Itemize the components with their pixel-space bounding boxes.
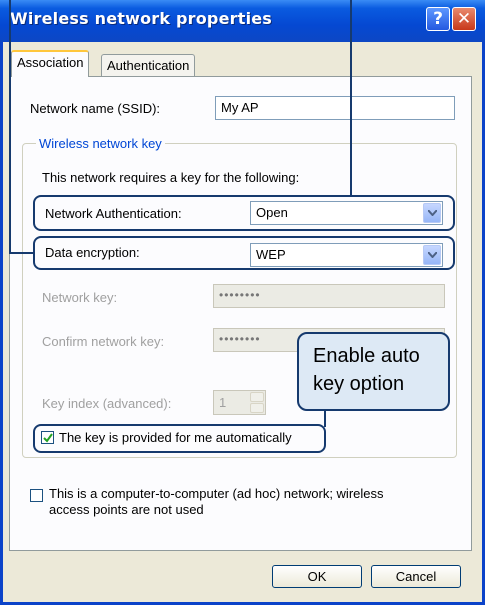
close-button[interactable]: ✕ (452, 7, 476, 31)
data-encryption-value: WEP (256, 247, 286, 262)
tab-association[interactable]: Association (11, 50, 90, 77)
checkmark-icon (43, 433, 53, 443)
ssid-input[interactable]: My AP (215, 96, 455, 120)
ssid-label: Network name (SSID): (30, 101, 161, 116)
window-title: Wireless network properties (10, 9, 273, 28)
tab-association-label: Association (17, 55, 84, 70)
adhoc-label-line2: access points are not used (49, 502, 204, 517)
callout-enable-auto-key: Enable auto key option (297, 332, 450, 411)
network-key-input[interactable]: •••••••• (213, 284, 445, 308)
network-auth-value: Open (256, 205, 288, 220)
key-requirement-text: This network requires a key for the foll… (42, 170, 300, 185)
help-button[interactable]: ? (426, 7, 450, 31)
chevron-down-icon (428, 210, 437, 216)
callout-line-auth (350, 0, 352, 196)
spin-up-button[interactable] (250, 392, 264, 402)
callout-line-encryption-h (9, 252, 35, 254)
callout-line-auto-key (324, 409, 326, 427)
confirm-key-label: Confirm network key: (42, 334, 165, 349)
key-index-value: 1 (219, 395, 227, 410)
wireless-key-group-title: Wireless network key (36, 136, 165, 151)
key-index-label: Key index (advanced): (42, 396, 172, 411)
network-auth-dropdown-button[interactable] (423, 203, 441, 223)
cancel-button[interactable]: Cancel (371, 565, 461, 588)
close-icon: ✕ (456, 9, 472, 29)
adhoc-checkbox[interactable] (30, 489, 43, 502)
callout-line-2: key option (313, 373, 405, 395)
callout-line-1: Enable auto (313, 345, 420, 367)
network-auth-label: Network Authentication: (45, 206, 182, 221)
key-index-spinner[interactable]: 1 (213, 390, 266, 415)
title-bar[interactable]: Wireless network properties ? ✕ (0, 0, 485, 42)
network-key-label: Network key: (42, 290, 118, 305)
auto-key-label: The key is provided for me automatically (59, 430, 292, 445)
auto-key-checkbox[interactable] (41, 431, 54, 444)
adhoc-label-line1: This is a computer-to-computer (ad hoc) … (49, 486, 384, 501)
data-encryption-dropdown-button[interactable] (423, 245, 441, 265)
tab-authentication[interactable]: Authentication (101, 54, 196, 76)
ok-button[interactable]: OK (272, 565, 362, 588)
network-auth-select[interactable]: Open (250, 201, 443, 225)
callout-line-encryption (9, 0, 11, 254)
data-encryption-label: Data encryption: (45, 245, 140, 260)
spin-down-button[interactable] (250, 403, 264, 413)
data-encryption-select[interactable]: WEP (250, 243, 443, 267)
tab-authentication-label: Authentication (107, 58, 190, 73)
help-icon: ? (433, 9, 443, 29)
chevron-down-icon (428, 252, 437, 258)
